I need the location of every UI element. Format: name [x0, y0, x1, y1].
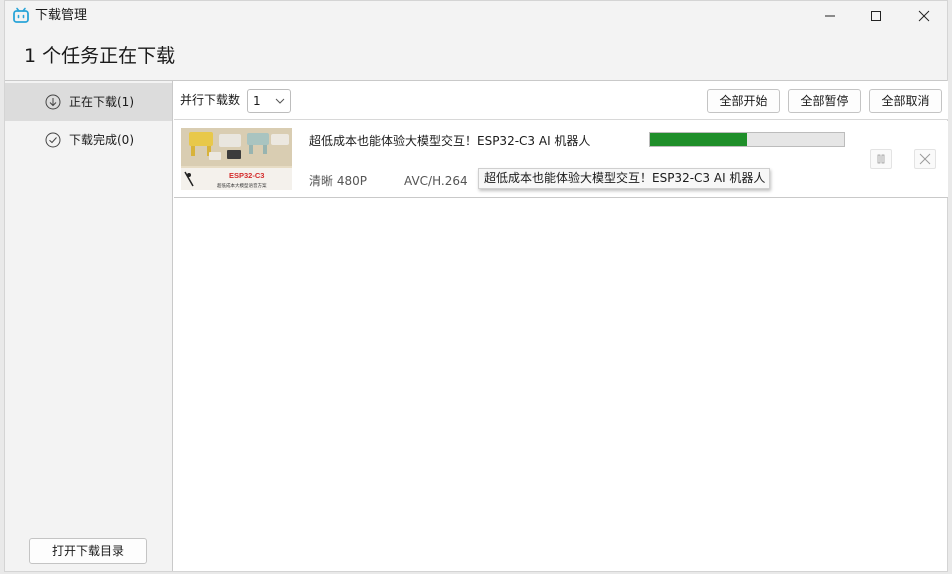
- task-title: 超低成本也能体验大模型交互！ESP32-C3 AI 机器人: [309, 134, 591, 148]
- maximize-icon: [871, 11, 881, 21]
- page-title: 1 个任务正在下载: [24, 45, 176, 67]
- header: 1 个任务正在下载: [5, 31, 947, 81]
- parallel-downloads-label: 并行下载数: [180, 93, 241, 107]
- sidebar-item-label: 下载完成(0): [69, 133, 134, 147]
- video-thumbnail: ESP32-C3 超低成本大模型语音方案: [181, 128, 292, 190]
- pause-task-button[interactable]: [870, 149, 892, 169]
- sidebar-item-label: 正在下载(1): [69, 95, 134, 109]
- progress-fill: [650, 133, 747, 146]
- download-circle-icon: [45, 94, 61, 110]
- maximize-button[interactable]: [853, 1, 899, 31]
- window-title: 下载管理: [35, 8, 88, 23]
- close-icon: [918, 10, 930, 22]
- sidebar: 正在下载(1) 下载完成(0) 打开下载目录: [5, 81, 173, 571]
- thumbnail-caption: ESP32-C3: [229, 171, 264, 180]
- close-window-button[interactable]: [901, 1, 947, 31]
- sidebar-item-completed[interactable]: 下载完成(0): [5, 121, 172, 159]
- start-all-button[interactable]: 全部开始: [707, 89, 780, 113]
- download-progress-bar: [649, 132, 845, 147]
- minimize-button[interactable]: [807, 1, 853, 31]
- title-tooltip: 超低成本也能体验大模型交互！ESP32-C3 AI 机器人: [478, 168, 770, 189]
- bilibili-tv-icon: [13, 7, 29, 23]
- cancel-all-button[interactable]: 全部取消: [869, 89, 942, 113]
- parallel-downloads-value: 1: [253, 94, 261, 108]
- parallel-downloads-select[interactable]: 1: [247, 89, 291, 113]
- check-circle-icon: [45, 132, 61, 148]
- toolbar: 并行下载数 1 全部开始 全部暂停 全部取消: [174, 81, 948, 120]
- task-quality: 清晰 480P: [309, 174, 367, 188]
- task-codec: AVC/H.264: [404, 174, 468, 188]
- thumbnail-subcaption: 超低成本大模型语音方案: [217, 182, 267, 189]
- minimize-icon: [825, 15, 835, 17]
- download-manager-window: 下载管理 1 个任务正在下载 正在下载(1) 下载完成(0) 打开下载目录 并行…: [4, 0, 948, 572]
- cancel-task-button[interactable]: [914, 149, 936, 169]
- pause-all-button[interactable]: 全部暂停: [788, 89, 861, 113]
- title-bar: 下载管理: [5, 1, 947, 31]
- open-download-folder-button[interactable]: 打开下载目录: [29, 538, 147, 564]
- pause-icon: [877, 154, 885, 164]
- sidebar-item-downloading[interactable]: 正在下载(1): [5, 83, 172, 121]
- close-icon: [919, 153, 931, 165]
- chevron-down-icon: [275, 98, 285, 104]
- thumbnail-image: ESP32-C3 超低成本大模型语音方案: [181, 128, 292, 190]
